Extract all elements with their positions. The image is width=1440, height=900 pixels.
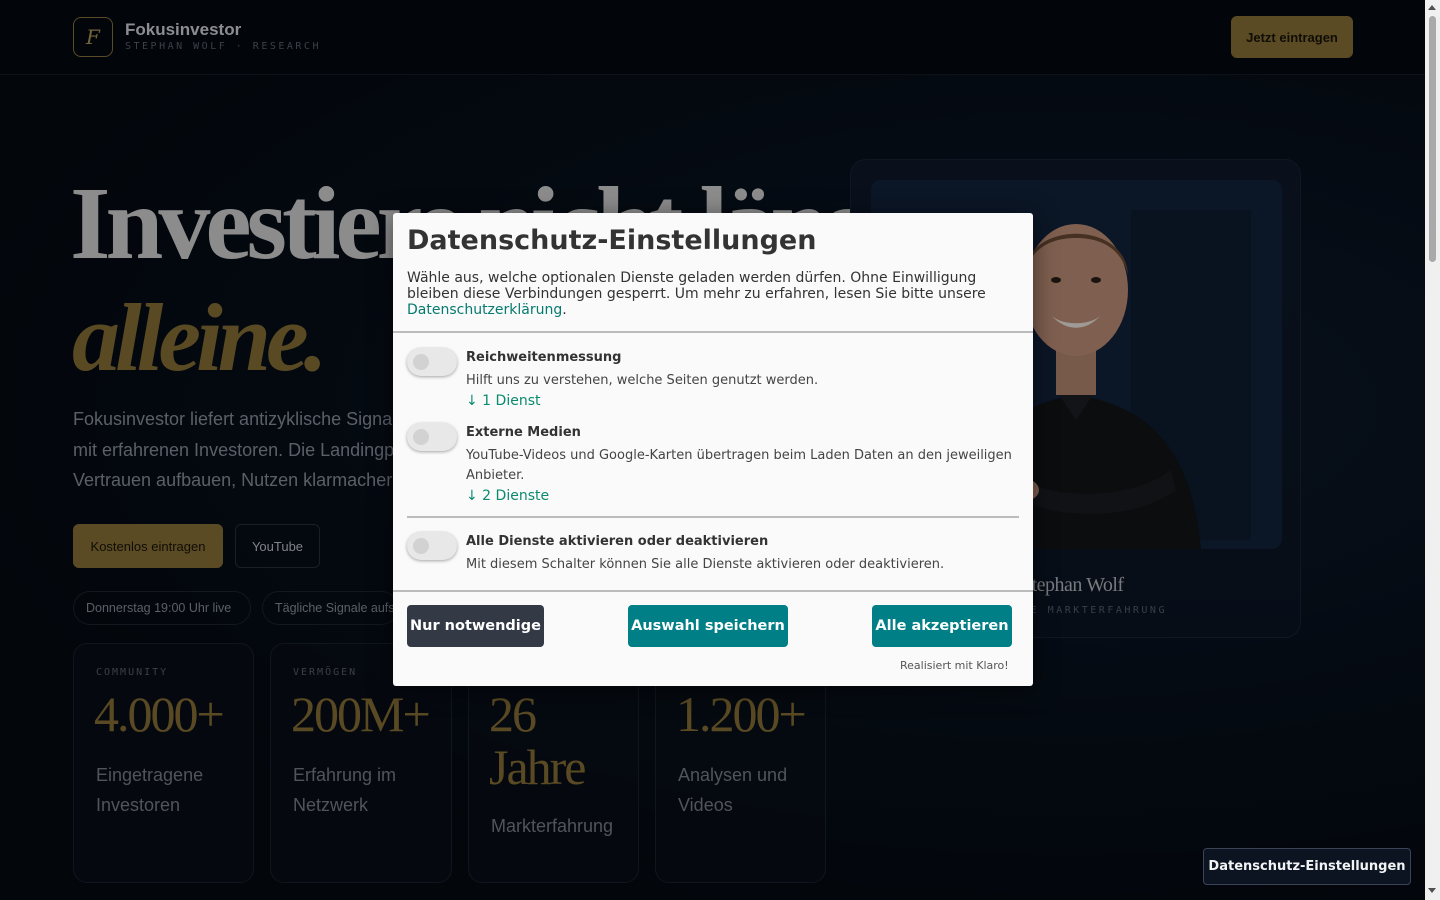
toggle-reach-measurement[interactable]: [407, 348, 457, 376]
accept-all-button[interactable]: Alle akzeptieren: [872, 605, 1012, 647]
toggle-external-media[interactable]: [407, 423, 457, 451]
divider: [407, 516, 1019, 518]
consent-modal: Datenschutz-Einstellungen Wähle aus, wel…: [393, 213, 1033, 686]
service-title[interactable]: Reichweitenmessung: [466, 350, 621, 365]
service-description: YouTube-Videos und Google-Karten übertra…: [466, 448, 1012, 483]
page-scrollbar[interactable]: [1425, 0, 1440, 900]
scrollbar-thumb[interactable]: [1429, 16, 1436, 262]
consent-description-suffix: .: [562, 302, 567, 318]
toggle-all-description: Mit diesem Schalter können Sie alle Dien…: [466, 557, 945, 572]
service-count-toggle[interactable]: ↓ 1 Dienst: [466, 393, 540, 409]
consent-description-text: Wähle aus, welche optionalen Dienste gel…: [407, 270, 986, 302]
necessary-only-button[interactable]: Nur notwendige: [407, 605, 544, 647]
privacy-policy-link[interactable]: Datenschutzerklärung: [407, 302, 562, 318]
service-count-toggle[interactable]: ↓ 2 Dienste: [466, 488, 549, 504]
scroll-down-icon[interactable]: [1428, 888, 1436, 893]
consent-description: Wähle aus, welche optionalen Dienste gel…: [407, 270, 1017, 318]
toggle-all-services[interactable]: [407, 532, 457, 560]
divider: [393, 331, 1033, 333]
service-description: Hilft uns zu verstehen, welche Seiten ge…: [466, 373, 819, 388]
consent-title: Datenschutz-Einstellungen: [407, 225, 817, 256]
toggle-all-title[interactable]: Alle Dienste aktivieren oder deaktiviere…: [466, 534, 768, 549]
divider: [393, 590, 1033, 592]
powered-by-klaro-link[interactable]: Realisiert mit Klaro!: [900, 659, 1009, 672]
service-title[interactable]: Externe Medien: [466, 425, 581, 440]
scroll-up-icon[interactable]: [1428, 5, 1436, 10]
privacy-settings-button[interactable]: Datenschutz-Einstellungen: [1203, 848, 1411, 885]
save-selection-button[interactable]: Auswahl speichern: [628, 605, 788, 647]
